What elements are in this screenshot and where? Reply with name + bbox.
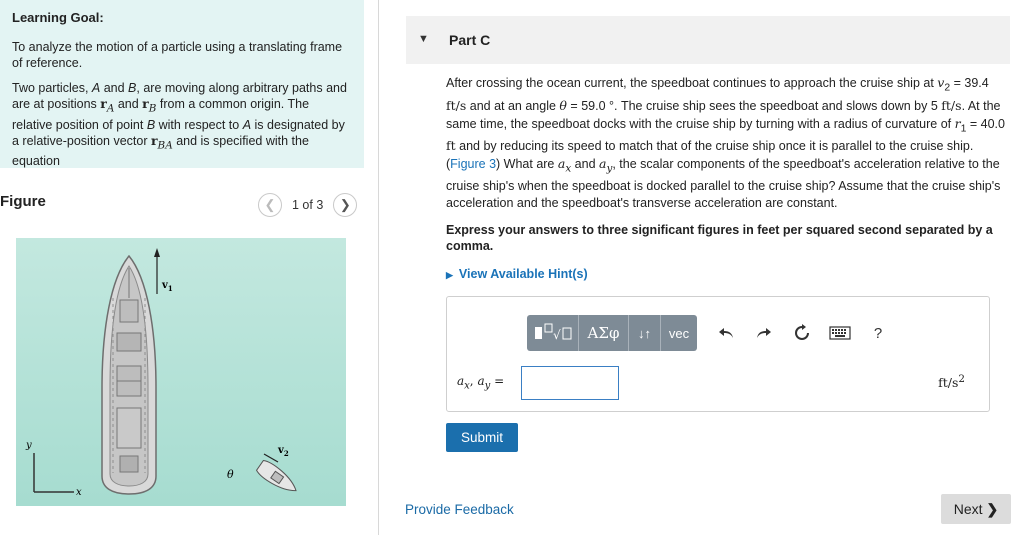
desc-vector-ra: r [100,96,107,111]
v2-label: v2 [277,445,289,458]
units-text: ft/s [938,375,959,391]
part-title: Part C [449,32,491,48]
learning-goal-objective: To analyze the motion of a particle usin… [12,40,343,70]
desc-text: Two particles, [12,81,92,95]
view-hints-link[interactable]: ▶ View Available Hint(s) [446,267,588,281]
hints-label: View Available Hint(s) [458,267,588,281]
desc-vector-rb: r [142,96,149,111]
left-panel: Learning Goal: To analyze the motion of … [0,0,378,535]
undo-icon[interactable] [707,326,745,340]
chevron-right-icon: ❯ [986,500,999,517]
reset-icon[interactable] [783,324,821,342]
cruise-ship-speedboat-diagram: v1 v2 θ y x [25,248,297,498]
q-text: = 39.4 [950,76,989,90]
units-exponent: 2 [958,373,965,385]
learning-goal-title: Learning Goal: [12,10,104,25]
answer-instruction: Express your answers to three significan… [446,223,993,253]
chevron-right-icon[interactable]: ❯ [333,193,358,217]
panel-divider [378,0,379,535]
answer-box: √ ΑΣφ ↓↑ vec ? ax, ay = ft/s2 [446,296,990,412]
theta-label: θ [227,468,234,481]
desc-point-a: A [242,117,252,132]
figure-3-link[interactable]: Figure 3 [450,157,496,171]
q-text: and [571,157,599,171]
answer-label-eq: = [490,374,505,388]
arrows-button[interactable]: ↓↑ [629,315,661,351]
cruise-ship [101,254,157,495]
redo-icon[interactable] [745,326,783,340]
answer-input[interactable] [521,366,619,400]
desc-particle-a: A [91,81,101,95]
x-axis-label: x [76,487,82,498]
figure-counter: 1 of 3 [292,198,324,212]
desc-text: with respect to [155,117,243,132]
help-button[interactable]: ? [859,325,897,342]
caret-right-icon: ▶ [446,270,453,280]
v1-label: v1 [161,280,173,293]
desc-vector-rba: r [150,132,158,148]
q-text: After crossing the ocean current, the sp… [446,76,938,90]
q-text: = 59.0 °. The cruise ship sees the speed… [566,98,942,113]
speedboat [255,459,297,492]
desc-text: and [114,97,143,111]
learning-goal-box: Learning Goal: To analyze the motion of … [0,0,364,168]
caret-down-icon[interactable]: ▼ [418,33,429,45]
desc-vector-rba-sub: BA [157,139,173,151]
learning-goal-description: Two particles, A and B, are moving along… [12,80,352,169]
y-axis-label: y [25,440,32,451]
desc-point-b: B [146,117,156,132]
answer-label: ax, ay = [457,374,504,391]
q-unit: ft/s [941,97,962,113]
q-var-theta: θ [559,97,567,113]
svg-text:√: √ [553,328,561,342]
math-toolbar: √ ΑΣφ ↓↑ vec ? [527,315,897,351]
chevron-left-icon[interactable]: ❮ [258,193,282,217]
provide-feedback-link[interactable]: Provide Feedback [405,502,514,517]
next-label: Next [953,501,983,517]
part-header[interactable]: ▼ Part C [406,16,1010,64]
figure-title: Figure [0,193,46,210]
q-unit: ft [446,138,456,153]
question-text: After crossing the ocean current, the sp… [446,74,1006,212]
templates-icon-glyph: √ [534,323,571,342]
q-unit: ft/s [446,97,467,113]
vec-button[interactable]: vec [661,315,697,351]
answer-units: ft/s2 [938,373,965,390]
q-text: = 40.0 [966,116,1005,131]
desc-text: and [100,81,129,95]
figure-navigation: ❮ 1 of 3 ❯ [258,193,358,217]
next-button[interactable]: Next ❯ [941,494,1011,524]
q-text: and at an angle [466,98,560,113]
coordinate-axes [33,453,74,493]
keyboard-icon[interactable] [821,326,859,340]
greek-letters-button[interactable]: ΑΣφ [579,315,629,351]
templates-icon[interactable]: √ [527,315,579,351]
submit-button[interactable]: Submit [446,423,518,452]
figure-image[interactable]: v1 v2 θ y x [16,238,346,506]
q-text: ) What are [496,157,558,171]
answer-label-a2: a [477,374,485,388]
